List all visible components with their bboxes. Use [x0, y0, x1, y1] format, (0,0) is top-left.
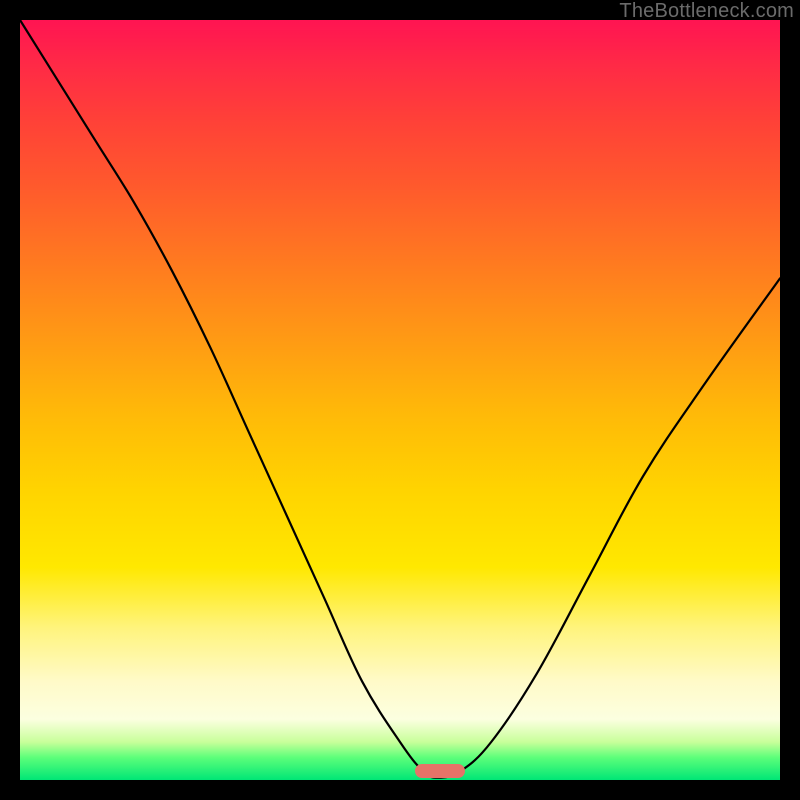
bottleneck-curve — [20, 20, 780, 780]
optimal-point-marker — [415, 764, 465, 778]
chart-frame: TheBottleneck.com — [0, 0, 800, 800]
plot-area — [20, 20, 780, 780]
